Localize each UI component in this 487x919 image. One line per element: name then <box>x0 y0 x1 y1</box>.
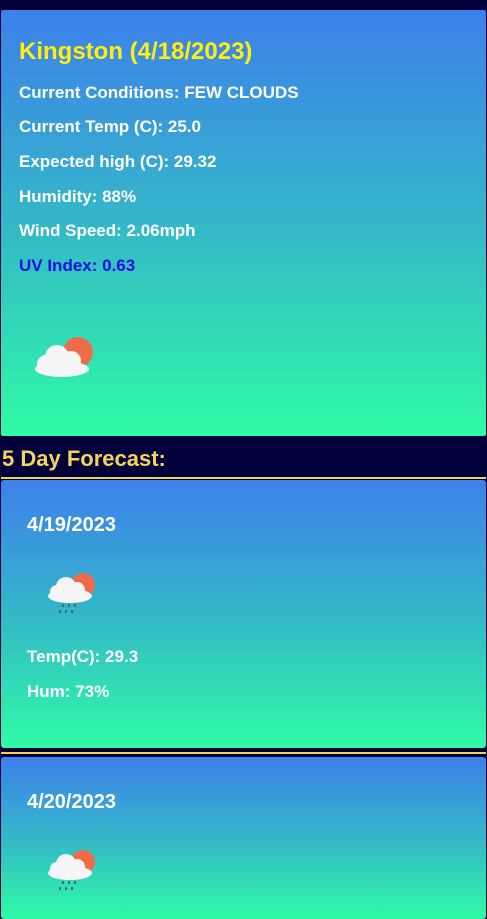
forecast-temp: Temp(C): 29.3 <box>27 647 139 666</box>
few-clouds-icon <box>35 337 93 377</box>
forecast-card: 4/20/2023 <box>1 757 486 919</box>
humidity: Humidity: 88% <box>19 187 137 206</box>
current-temp: Current Temp (C): 25.0 <box>19 117 201 136</box>
forecast-divider <box>1 477 486 479</box>
forecast-card: 4/19/2023 Temp(C): 29.3 Hum: 73% <box>1 480 486 748</box>
city-date-title: Kingston (4/18/2023) <box>19 38 253 65</box>
forecast-heading: 5 Day Forecast: <box>2 446 166 471</box>
forecast-humidity: Hum: 73% <box>27 682 110 701</box>
forecast-date: 4/19/2023 <box>27 514 116 536</box>
forecast-card-divider <box>1 752 486 754</box>
uv-index: UV Index: 0.63 <box>19 256 136 275</box>
expected-high: Expected high (C): 29.32 <box>19 152 217 171</box>
rain-cloud-sun-icon <box>48 850 95 890</box>
weather-page: Kingston (4/18/2023) Current Conditions:… <box>0 0 487 919</box>
current-weather-card: Kingston (4/18/2023) Current Conditions:… <box>1 10 486 436</box>
forecast-date: 4/20/2023 <box>27 791 116 813</box>
rain-cloud-sun-icon <box>48 573 95 613</box>
current-conditions: Current Conditions: FEW CLOUDS <box>19 83 299 102</box>
wind-speed: Wind Speed: 2.06mph <box>19 221 196 240</box>
